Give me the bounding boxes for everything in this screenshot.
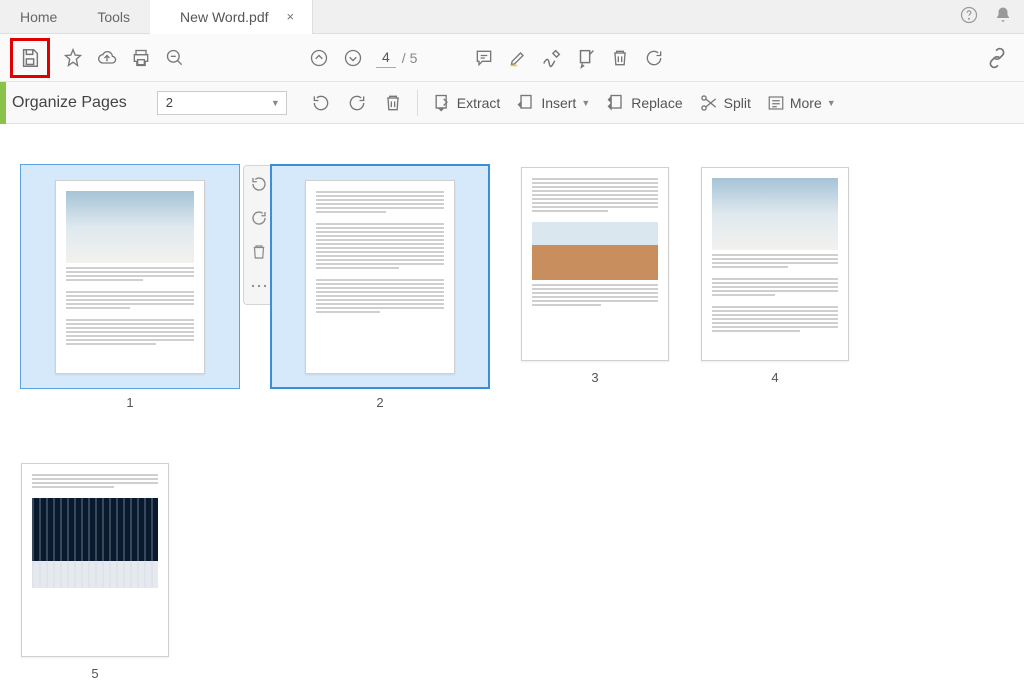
close-tab-icon[interactable]: × — [287, 9, 295, 24]
tab-home[interactable]: Home — [0, 0, 77, 34]
print-icon[interactable] — [124, 41, 158, 75]
page-indicator: 4 / 5 — [376, 47, 417, 68]
link-icon[interactable] — [980, 41, 1014, 75]
page-thumbnail-2[interactable]: 2 — [270, 164, 490, 410]
chevron-down-icon: ▼ — [271, 98, 280, 108]
notifications-icon[interactable] — [994, 6, 1012, 27]
highlight-icon[interactable] — [501, 41, 535, 75]
delete-page-button[interactable] — [375, 82, 411, 124]
replace-button[interactable]: Replace — [598, 82, 690, 124]
rotate-cw-button[interactable] — [339, 82, 375, 124]
tab-document[interactable]: New Word.pdf × — [150, 0, 313, 34]
star-icon[interactable] — [56, 41, 90, 75]
save-button[interactable] — [10, 38, 50, 78]
page-total-label: / 5 — [402, 50, 418, 66]
page-thumbnail-3[interactable]: 3 — [520, 164, 670, 385]
cloud-upload-icon[interactable] — [90, 41, 124, 75]
trash-icon[interactable] — [603, 41, 637, 75]
edit-crop-icon[interactable] — [569, 41, 603, 75]
thumb-label: 3 — [591, 370, 598, 385]
document-title: New Word.pdf — [180, 9, 268, 25]
comment-icon[interactable] — [467, 41, 501, 75]
thumb-more-icon[interactable] — [247, 274, 271, 298]
thumb-rotate-ccw-icon[interactable] — [247, 172, 271, 196]
main-toolbar: 4 / 5 — [0, 34, 1024, 82]
thumb-label: 2 — [376, 395, 383, 410]
rotate-ccw-button[interactable] — [303, 82, 339, 124]
page-current-input[interactable]: 4 — [376, 47, 396, 68]
page-down-icon[interactable] — [336, 41, 370, 75]
thumb-delete-icon[interactable] — [247, 240, 271, 264]
thumb-rotate-cw-icon[interactable] — [247, 206, 271, 230]
page-thumbnail-1[interactable]: 1 — [20, 164, 240, 410]
extract-button[interactable]: Extract — [424, 82, 509, 124]
thumbnails-area: 1 2 3 — [0, 124, 1024, 693]
sign-icon[interactable] — [535, 41, 569, 75]
page-thumbnail-5[interactable]: 5 — [20, 460, 170, 681]
page-thumbnail-4[interactable]: 4 — [700, 164, 850, 385]
split-button[interactable]: Split — [691, 82, 759, 124]
accent-bar — [0, 82, 6, 124]
tab-bar: Home Tools New Word.pdf × — [0, 0, 1024, 34]
page-up-icon[interactable] — [302, 41, 336, 75]
thumb-label: 1 — [126, 395, 133, 410]
thumb-label: 4 — [771, 370, 778, 385]
more-button[interactable]: More ▼ — [759, 82, 844, 124]
organize-toolbar: Organize Pages 2 ▼ Extract Insert ▼ Repl… — [0, 82, 1024, 124]
help-icon[interactable] — [960, 6, 978, 27]
page-select-dropdown[interactable]: 2 ▼ — [157, 91, 287, 115]
organize-title: Organize Pages — [12, 94, 157, 112]
zoom-icon[interactable] — [158, 41, 192, 75]
rotate-icon[interactable] — [637, 41, 671, 75]
insert-button[interactable]: Insert ▼ — [508, 82, 598, 124]
tab-tools[interactable]: Tools — [77, 0, 150, 34]
thumb-label: 5 — [91, 666, 98, 681]
